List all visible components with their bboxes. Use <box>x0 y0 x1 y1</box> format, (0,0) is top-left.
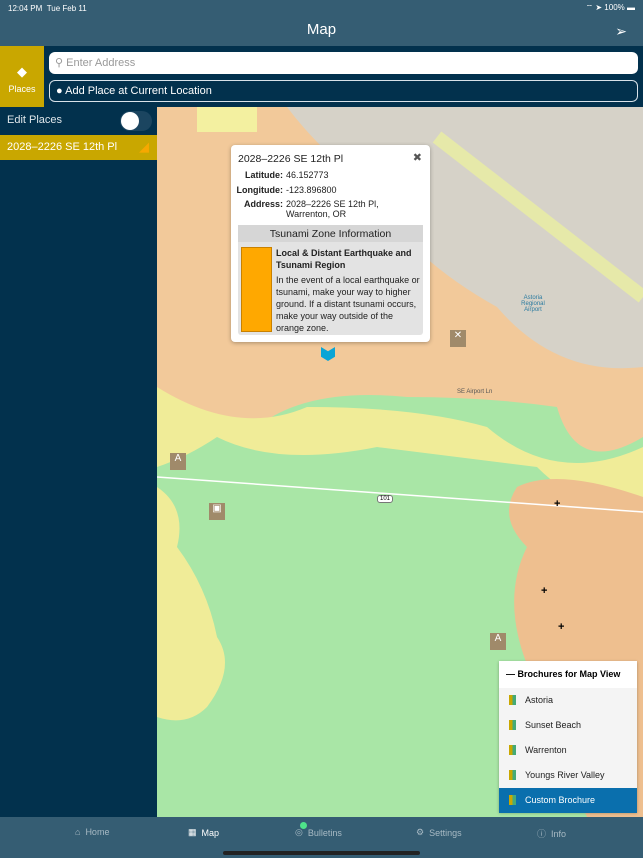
zone-title: Tsunami Zone Information <box>238 225 423 242</box>
latitude-label: Latitude: <box>245 170 283 180</box>
tab-label: Home <box>85 827 110 837</box>
brochure-label: Warrenton <box>525 745 567 755</box>
status-icons: ⌔ ➤ 100% ▬ <box>585 3 635 12</box>
longitude-value: -123.896800 <box>286 185 337 195</box>
zone-color-swatch <box>241 247 272 332</box>
nav-bar: Map ➢ <box>0 16 643 46</box>
school-marker-icon[interactable]: ▣ <box>209 503 225 520</box>
hospital-icon[interactable]: + <box>541 585 547 597</box>
add-place-button[interactable]: ● Add Place at Current Location <box>49 80 638 102</box>
search-input[interactable]: ⚲ Enter Address <box>49 52 638 74</box>
brochure-icon <box>509 770 516 780</box>
page-title: Map <box>306 21 337 38</box>
pin-plus-icon: ● <box>56 85 63 97</box>
map-icon: ▦ <box>188 827 197 837</box>
status-bar: 12:04 PM Tue Feb 11 ⌔ ➤ 100% ▬ <box>0 0 643 16</box>
brochure-icon <box>509 795 516 805</box>
zone-description: In the event of a local earthquake or ts… <box>276 275 420 333</box>
airport-label: Astoria Regional Airport <box>521 295 545 313</box>
close-icon[interactable]: ✖ <box>413 151 422 164</box>
bulletins-badge <box>300 822 307 829</box>
tab-info[interactable]: ⓘ Info <box>537 827 566 840</box>
address-label: Address: <box>243 199 283 209</box>
brochure-item-astoria[interactable]: Astoria <box>499 688 637 713</box>
place-label: 2028–2226 SE 12th Pl <box>7 141 118 153</box>
tab-label: Info <box>551 828 567 839</box>
tab-label: Bulletins <box>307 827 342 838</box>
tab-map[interactable]: ▦ Map <box>188 827 219 838</box>
assembly-area-icon[interactable]: A <box>490 633 506 650</box>
road-label: SE Airport Ln <box>457 389 493 395</box>
popup-title: 2028–2226 SE 12th Pl <box>238 153 344 165</box>
place-popup: 2028–2226 SE 12th Pl ✖ Latitude: 46.15277… <box>231 145 430 342</box>
location-arrow-icon[interactable]: ➢ <box>615 23 627 40</box>
search-icon: ⚲ <box>55 57 64 69</box>
search-placeholder: Enter Address <box>66 57 136 69</box>
gear-icon: ⚙ <box>416 827 425 837</box>
brochure-item-youngs-river-valley[interactable]: Youngs River Valley <box>499 763 637 788</box>
latitude-value: 46.152773 <box>286 170 329 180</box>
edit-places-toggle[interactable] <box>120 111 152 131</box>
tab-label: Map <box>201 827 220 838</box>
hospital-icon[interactable]: + <box>554 498 560 510</box>
brochure-label: Sunset Beach <box>525 720 582 730</box>
address-line2: Warrenton, OR <box>286 209 347 219</box>
tab-settings[interactable]: ⚙ Settings <box>416 827 462 838</box>
tab-home[interactable]: ⌂ Home <box>75 827 109 837</box>
brochure-icon <box>509 720 516 730</box>
brochure-icon <box>509 695 516 705</box>
places-button[interactable]: ◆ Places <box>0 46 44 107</box>
home-indicator[interactable] <box>223 851 420 855</box>
tsunami-zone-info: Tsunami Zone Information Local & Distant… <box>238 225 423 335</box>
tsunami-wave-icon: ◢ <box>139 139 149 154</box>
airport-marker-icon[interactable]: ✕ <box>450 330 466 347</box>
brochure-item-custom[interactable]: Custom Brochure <box>499 788 637 813</box>
info-icon: ⓘ <box>537 829 547 839</box>
brochure-item-warrenton[interactable]: Warrenton <box>499 738 637 763</box>
brochures-panel: — Brochures for Map View Astoria Sunset … <box>499 661 637 813</box>
edit-places-row: Edit Places <box>0 107 157 135</box>
hospital-icon[interactable]: + <box>558 621 564 633</box>
add-place-label: Add Place at Current Location <box>65 85 212 97</box>
brochure-icon <box>509 745 516 755</box>
tab-label: Settings <box>429 827 462 838</box>
status-date: Tue Feb 11 <box>46 3 87 13</box>
brochure-label: Youngs River Valley <box>525 770 605 780</box>
zone-heading: Local & Distant Earthquake and Tsunami R… <box>276 248 412 270</box>
places-icon: ◆ <box>17 64 27 79</box>
address-line1: 2028–2226 SE 12th Pl, <box>286 199 379 209</box>
home-icon: ⌂ <box>75 827 81 837</box>
battery-level: 100% <box>604 3 625 12</box>
brochures-header[interactable]: — Brochures for Map View <box>499 661 637 688</box>
longitude-label: Longitude: <box>236 185 284 195</box>
assembly-area-icon[interactable]: A <box>170 453 186 470</box>
brochures-title: Brochures for Map View <box>517 669 621 679</box>
brochure-item-sunset-beach[interactable]: Sunset Beach <box>499 713 637 738</box>
brochure-label: Custom Brochure <box>525 795 596 805</box>
edit-places-label: Edit Places <box>7 114 63 126</box>
status-time: 12:04 PM <box>8 3 43 13</box>
places-label: Places <box>8 84 36 94</box>
place-item[interactable]: 2028–2226 SE 12th Pl ◢ <box>0 135 157 160</box>
sidebar: Edit Places 2028–2226 SE 12th Pl ◢ <box>0 107 157 817</box>
highway-shield: 101 <box>377 495 394 503</box>
brochure-label: Astoria <box>525 695 554 705</box>
